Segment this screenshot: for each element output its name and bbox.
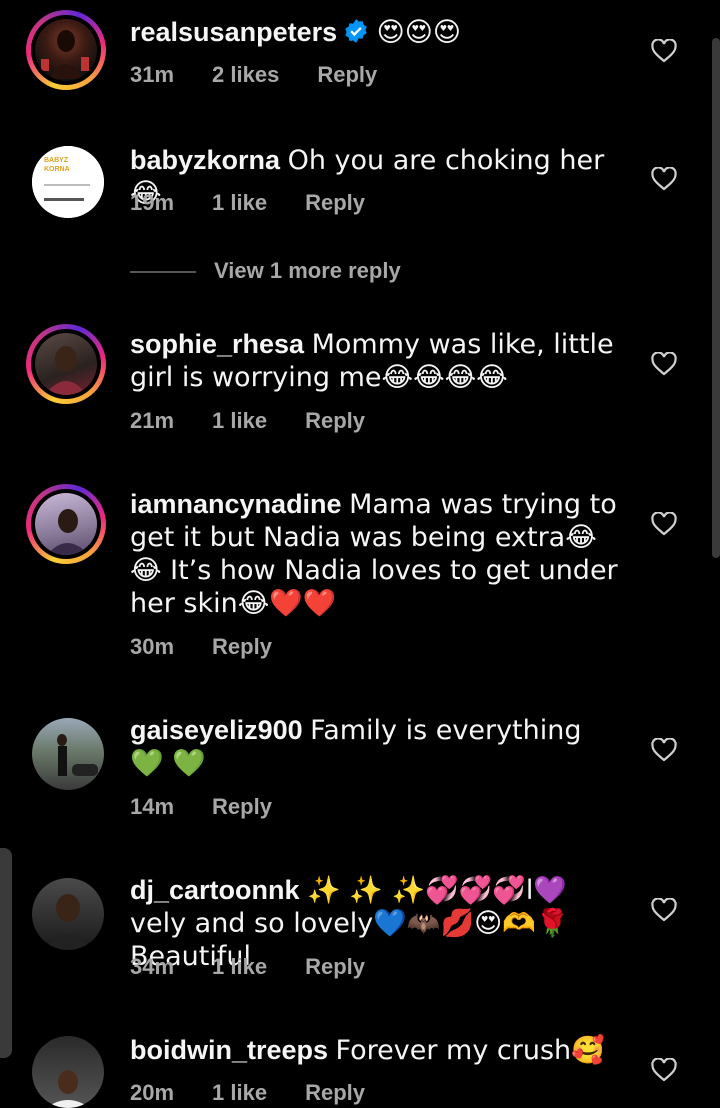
comment-body: iamnancynadine Mama was trying to get it… [130,488,620,620]
heart-outline-icon[interactable] [651,167,677,191]
reply-button[interactable]: Reply [317,62,377,87]
heart-outline-icon[interactable] [651,1058,677,1082]
left-edge-handle[interactable] [0,848,12,1058]
heart-outline-icon[interactable] [651,39,677,63]
avatar-logo-text: BABYZ KORNA [44,157,70,173]
avatar[interactable]: BABYZ KORNA [32,146,104,218]
avatar[interactable] [26,484,106,564]
divider-line [130,271,196,274]
view-more-replies-button[interactable]: View 1 more reply [130,258,401,284]
heart-outline-icon[interactable] [651,898,677,922]
likes-count[interactable]: 2 likes [212,62,279,87]
comment-time: 19m [130,190,175,215]
comment-meta: 31m 2 likes Reply [130,62,415,88]
comment-time: 14m [130,794,175,819]
comment-meta: 19m 1 like Reply [130,190,403,216]
username[interactable]: boidwin_treeps [130,1035,328,1065]
avatar[interactable] [32,878,104,950]
username[interactable]: gaiseyeliz900 [130,715,303,745]
username[interactable]: iamnancynadine [130,489,342,519]
likes-count[interactable]: 1 like [212,1080,267,1105]
comment-text: 😍😍😍 [376,17,462,48]
right-scrollbar[interactable] [712,38,720,558]
comment-body: gaiseyeliz900 Family is everything 💚 💚 [130,714,620,780]
username[interactable]: realsusanpeters [130,17,337,47]
reply-button[interactable]: Reply [212,634,272,659]
reply-button[interactable]: Reply [305,190,365,215]
reply-button[interactable]: Reply [305,1080,365,1105]
comment-meta: 30m Reply [130,634,310,660]
likes-count[interactable]: 1 like [212,954,267,979]
likes-count[interactable]: 1 like [212,190,267,215]
comment-meta: 34m 1 like Reply [130,954,403,980]
avatar[interactable] [32,718,104,790]
comment-body: boidwin_treeps Forever my crush🥰 [130,1034,620,1067]
reply-button[interactable]: Reply [305,408,365,433]
verified-badge-icon [345,19,367,43]
comment-body: sophie_rhesa Mommy was like, little girl… [130,328,620,394]
heart-outline-icon[interactable] [651,512,677,536]
username[interactable]: dj_cartoonnk [130,875,300,905]
comment-body: realsusanpeters 😍😍😍 [130,16,620,49]
view-more-label: View 1 more reply [214,258,401,283]
comment-time: 34m [130,954,175,979]
comment-time: 20m [130,1080,175,1105]
avatar[interactable] [32,1036,104,1108]
reply-button[interactable]: Reply [305,954,365,979]
heart-outline-icon[interactable] [651,738,677,762]
comment-meta: 14m Reply [130,794,310,820]
username[interactable]: babyzkorna [130,145,280,175]
likes-count[interactable]: 1 like [212,408,267,433]
comment-meta: 20m 1 like Reply [130,1080,403,1106]
comment-meta: 21m 1 like Reply [130,408,403,434]
comment-time: 21m [130,408,175,433]
comment-time: 30m [130,634,175,659]
heart-outline-icon[interactable] [651,352,677,376]
reply-button[interactable]: Reply [212,794,272,819]
avatar[interactable] [26,10,106,90]
avatar[interactable] [26,324,106,404]
username[interactable]: sophie_rhesa [130,329,304,359]
comment-text: Forever my crush🥰 [335,1035,605,1066]
comment-time: 31m [130,62,175,87]
